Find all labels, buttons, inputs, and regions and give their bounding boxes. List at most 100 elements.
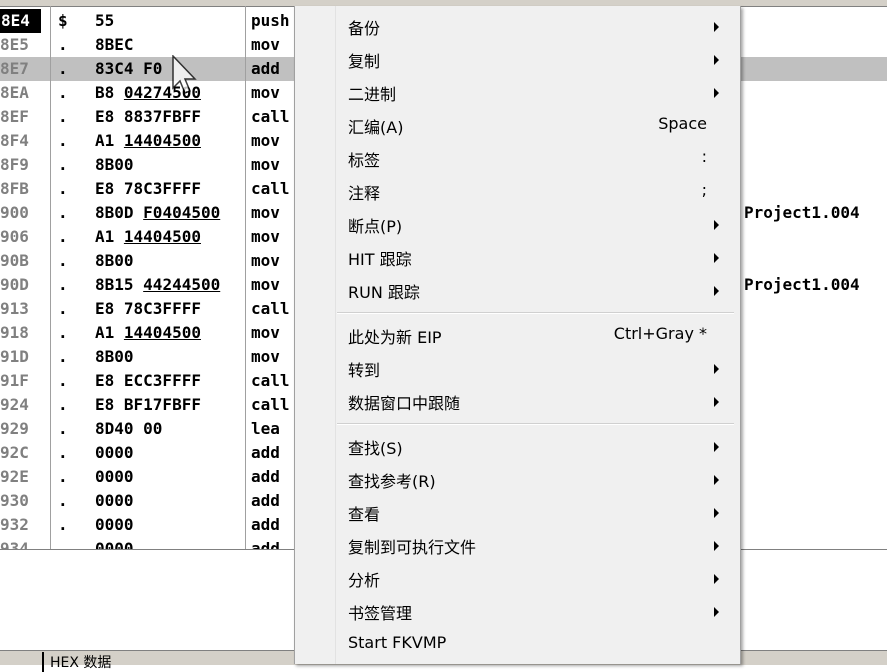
row-marker: . (58, 395, 68, 414)
menu-item-shortcut: : (701, 147, 707, 166)
row-address: 930 (0, 491, 29, 510)
menu-item[interactable]: 二进制 (296, 75, 737, 108)
menu-item[interactable]: 查看 (296, 495, 737, 528)
row-address: 918 (0, 323, 29, 342)
submenu-arrow-icon (714, 442, 719, 452)
menu-item[interactable]: 复制到可执行文件 (296, 528, 737, 561)
menu-item-label: 标签 (348, 151, 381, 170)
row-hex: A1 14404500 (95, 227, 201, 246)
menu-item-label: 查看 (348, 505, 381, 524)
submenu-arrow-icon (714, 286, 719, 296)
menu-item-label: 二进制 (348, 85, 397, 104)
submenu-arrow-icon (714, 220, 719, 230)
submenu-arrow-icon (714, 253, 719, 263)
menu-item-label: HIT 跟踪 (348, 250, 412, 269)
menu-item[interactable]: 书签管理 (296, 594, 737, 627)
menu-item[interactable]: 数据窗口中跟随 (296, 384, 737, 417)
submenu-arrow-icon (714, 364, 719, 374)
menu-item-label: 备份 (348, 19, 381, 38)
menu-item[interactable]: 断点(P) (296, 207, 737, 240)
menu-item[interactable]: 查找(S) (296, 429, 737, 462)
row-hex: E8 78C3FFFF (95, 179, 201, 198)
row-marker: . (58, 347, 68, 366)
menu-item[interactable]: 分析 (296, 561, 737, 594)
row-hex: 83C4 F0 (95, 59, 163, 78)
submenu-arrow-icon (714, 508, 719, 518)
row-hex: 0000 (95, 467, 134, 486)
menu-item[interactable]: 汇编(A) Space (296, 108, 737, 141)
menu-item-label: 复制到可执行文件 (348, 538, 477, 557)
row-address: 92E (0, 467, 29, 486)
row-hex: A1 14404500 (95, 323, 201, 342)
submenu-arrow-icon (714, 574, 719, 584)
menu-item-label: 分析 (348, 571, 381, 590)
row-hex: 8B00 (95, 347, 134, 366)
row-marker: $ (58, 11, 68, 30)
submenu-arrow-icon (714, 607, 719, 617)
menu-item[interactable]: 转到 (296, 351, 737, 384)
menu-item[interactable]: 注释; (296, 174, 737, 207)
menu-item[interactable]: 复制 (296, 42, 737, 75)
menu-item-label: 转到 (348, 361, 381, 380)
row-marker: . (58, 323, 68, 342)
row-hex: E8 8837FBFF (95, 107, 201, 126)
menu-item[interactable]: HIT 跟踪 (296, 240, 737, 273)
row-marker: . (58, 83, 68, 102)
menu-item[interactable]: 备份 (296, 9, 737, 42)
row-marker: . (58, 59, 68, 78)
row-hex: 8B15 44244500 (95, 275, 221, 294)
menu-item[interactable]: 查找参考(R) (296, 462, 737, 495)
menu-separator (337, 312, 734, 314)
row-address: 8FB (0, 179, 29, 198)
row-hex: 8BEC (95, 35, 134, 54)
row-marker: . (58, 251, 68, 270)
column-divider (50, 6, 51, 549)
menu-item-label: 注释 (348, 184, 381, 203)
row-hex: 0000 (95, 515, 134, 534)
row-marker: . (58, 419, 68, 438)
submenu-arrow-icon (714, 541, 719, 551)
submenu-arrow-icon (714, 475, 719, 485)
menu-item-label: 此处为新 EIP (348, 328, 442, 347)
menu-item-label: Start FKVMP (348, 633, 447, 652)
menu-item-label: 汇编(A) (348, 118, 404, 137)
row-marker: . (58, 275, 68, 294)
menu-item-shortcut: Space (658, 114, 707, 133)
row-address: 91D (0, 347, 29, 366)
submenu-arrow-icon (714, 397, 719, 407)
menu-item[interactable]: 标签: (296, 141, 737, 174)
row-hex: 0000 (95, 539, 134, 549)
menu-item-label: 书签管理 (348, 604, 413, 623)
row-marker: . (58, 227, 68, 246)
row-address: 8F9 (0, 155, 29, 174)
row-address: 8E7 (0, 59, 29, 78)
row-hex: 8B00 (95, 251, 134, 270)
menu-item-label: 查找参考(R) (348, 472, 436, 491)
menu-item[interactable]: RUN 跟踪 (296, 273, 737, 306)
row-address: 932 (0, 515, 29, 534)
row-marker: . (58, 299, 68, 318)
menu-item[interactable]: Start FKVMP (296, 627, 737, 660)
row-address: 8F4 (0, 131, 29, 150)
column-divider (245, 6, 246, 549)
row-address: 90B (0, 251, 29, 270)
row-comment: Project1.004 (744, 203, 860, 222)
row-marker: . (58, 467, 68, 486)
menu-item-shortcut: Ctrl+Gray * (613, 324, 707, 343)
row-address: 934 (0, 539, 29, 549)
submenu-arrow-icon (714, 22, 719, 32)
row-address: 8EA (0, 83, 29, 102)
row-marker: . (58, 179, 68, 198)
row-marker: . (58, 107, 68, 126)
row-hex: 8D40 00 (95, 419, 163, 438)
menu-item-label: 数据窗口中跟随 (348, 394, 461, 413)
row-address: 900 (0, 203, 29, 222)
row-marker: . (58, 131, 68, 150)
row-address: 8E5 (0, 35, 29, 54)
menu-item[interactable]: 此处为新 EIP Ctrl+Gray * (296, 318, 737, 351)
row-marker: . (58, 35, 68, 54)
row-address: 906 (0, 227, 29, 246)
menu-separator (337, 423, 734, 425)
row-address: 913 (0, 299, 29, 318)
row-marker: . (58, 203, 68, 222)
